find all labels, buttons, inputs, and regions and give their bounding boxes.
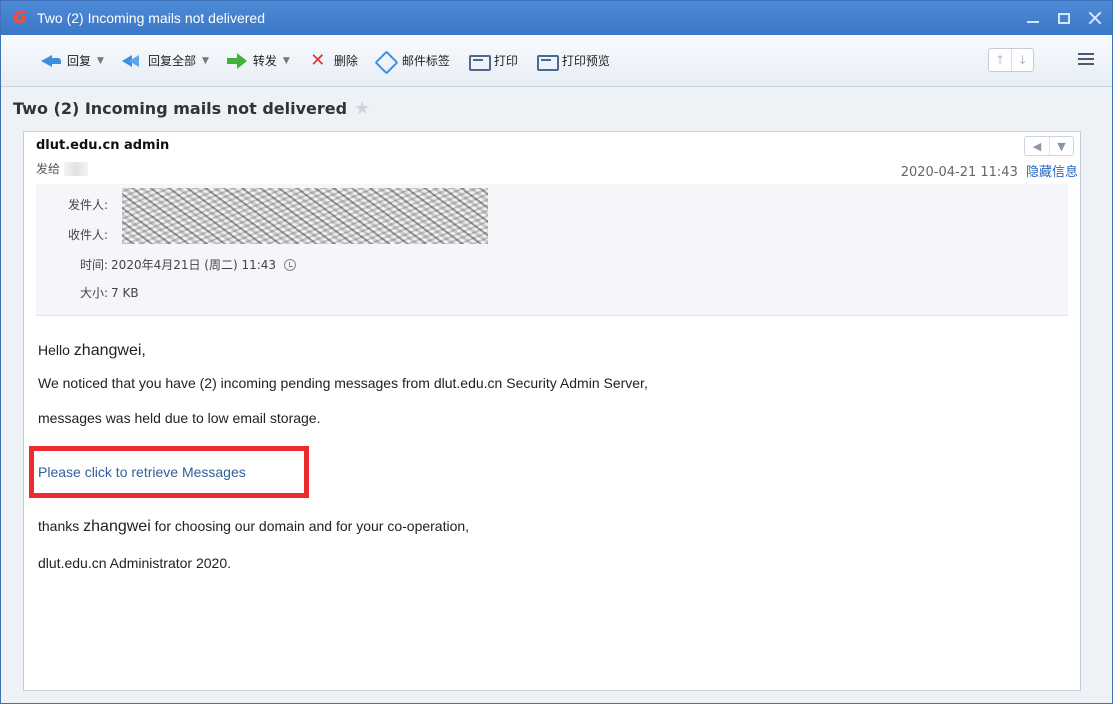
print-preview-label: 打印预览 [561,54,610,68]
time-label: 时间: [80,258,109,272]
mail-details: 发件人: 收件人: 时间: 2020年4月21日 (周二) 11:43 大小: … [36,184,1068,316]
print-label: 打印 [493,54,518,68]
print-button[interactable]: 打印 [468,48,518,74]
previous-mail-arrow-icon[interactable]: ↑ [989,49,1011,71]
forward-button[interactable]: 转发 ▼ [226,48,290,74]
size-label: 大小: [80,286,109,300]
retrieve-messages-link[interactable]: Please click to retrieve Messages [38,464,246,480]
app-logo-icon: G [13,8,27,28]
size-value: 7 KB [111,285,139,300]
window-title: Two (2) Incoming mails not delivered [37,10,265,26]
subject-row: Two (2) Incoming mails not delivered ★ [13,95,370,121]
thanks-prefix: thanks [38,518,84,534]
forward-icon [226,52,247,70]
maximize-button[interactable] [1058,12,1070,24]
reply-all-button[interactable]: 回复全部 ▼ [121,48,209,74]
delete-icon: ✕ [310,49,326,71]
title-bar: G Two (2) Incoming mails not delivered [1,1,1112,35]
tag-button[interactable]: 邮件标签 [376,48,450,74]
signature-line: dlut.edu.cn Administrator 2020. [38,555,232,571]
mail-window: G Two (2) Incoming mails not delivered 回… [0,0,1113,704]
more-actions-dropdown-icon[interactable]: ▼ [1049,137,1073,155]
header-actions: ◀ ▼ [1024,136,1074,156]
toolbar: 回复 ▼ 回复全部 ▼ 转发 ▼ ✕ 删除 邮件标签 打印 打印预览 ↑ ↓ [1,35,1112,87]
sender-name: dlut.edu.cn admin [36,138,170,153]
hide-info-link[interactable]: 隐藏信息 [1026,165,1078,180]
from-label: 发件人: [68,198,109,212]
minimize-button[interactable] [1026,11,1040,25]
clock-history-icon[interactable] [284,258,297,271]
size-line: 大小: 7 KB [80,284,139,301]
reply-all-label: 回复全部 [147,54,196,68]
print-preview-button[interactable]: 打印预览 [536,48,610,74]
forward-label: 转发 [252,54,277,68]
body-line-1: We noticed that you have (2) incoming pe… [38,375,648,391]
reply-all-icon [121,52,142,70]
next-mail-arrow-icon[interactable]: ↓ [1011,49,1033,71]
reply-dropdown-icon[interactable]: ▼ [97,56,104,66]
forward-dropdown-icon[interactable]: ▼ [283,56,290,66]
print-preview-icon [536,52,559,71]
mail-subject: Two (2) Incoming mails not delivered [13,98,348,118]
mail-navigation: ↑ ↓ [988,48,1034,72]
greeting-name: zhangwei, [73,342,146,359]
delete-button[interactable]: ✕ 删除 [308,48,358,74]
mail-content-panel: dlut.edu.cn admin 发给 ◀ ▼ 2020-04-21 11:4… [23,131,1081,691]
from-line: 发件人: [68,196,108,213]
printer-icon [468,52,491,71]
date-row: 2020-04-21 11:43 隐藏信息 [901,161,1078,180]
time-value: 2020年4月21日 (周二) 11:43 [111,258,277,272]
recipient-line: 发给 [36,160,89,177]
body-line-2: messages was held due to low email stora… [38,410,321,426]
thanks-name: zhangwei [83,518,151,535]
thanks-line: thanks zhangwei for choosing our domain … [38,518,469,536]
reply-button[interactable]: 回复 ▼ [41,48,104,74]
tag-label: 邮件标签 [401,54,450,68]
to-detail-label: 收件人: [68,228,109,242]
quick-reply-icon[interactable]: ◀ [1025,137,1049,155]
to-detail-line: 收件人: [68,226,108,243]
to-label: 发给 [36,162,61,176]
star-icon[interactable]: ★ [354,98,370,119]
reply-all-dropdown-icon[interactable]: ▼ [202,56,209,66]
window-controls [1026,1,1102,35]
tag-icon [376,52,396,70]
redacted-recipient [64,161,89,176]
thanks-suffix: for choosing our domain and for your co-… [150,518,470,534]
greeting-line: Hello zhangwei, [38,342,146,360]
reply-icon [41,52,61,70]
close-button[interactable] [1088,11,1102,25]
delete-label: 删除 [333,54,358,68]
greeting-prefix: Hello [38,342,74,358]
mail-date: 2020-04-21 11:43 [900,165,1018,180]
menu-icon[interactable] [1078,53,1094,65]
time-line: 时间: 2020年4月21日 (周二) 11:43 [80,256,297,273]
reply-label: 回复 [67,54,92,68]
redacted-addresses [122,188,488,244]
